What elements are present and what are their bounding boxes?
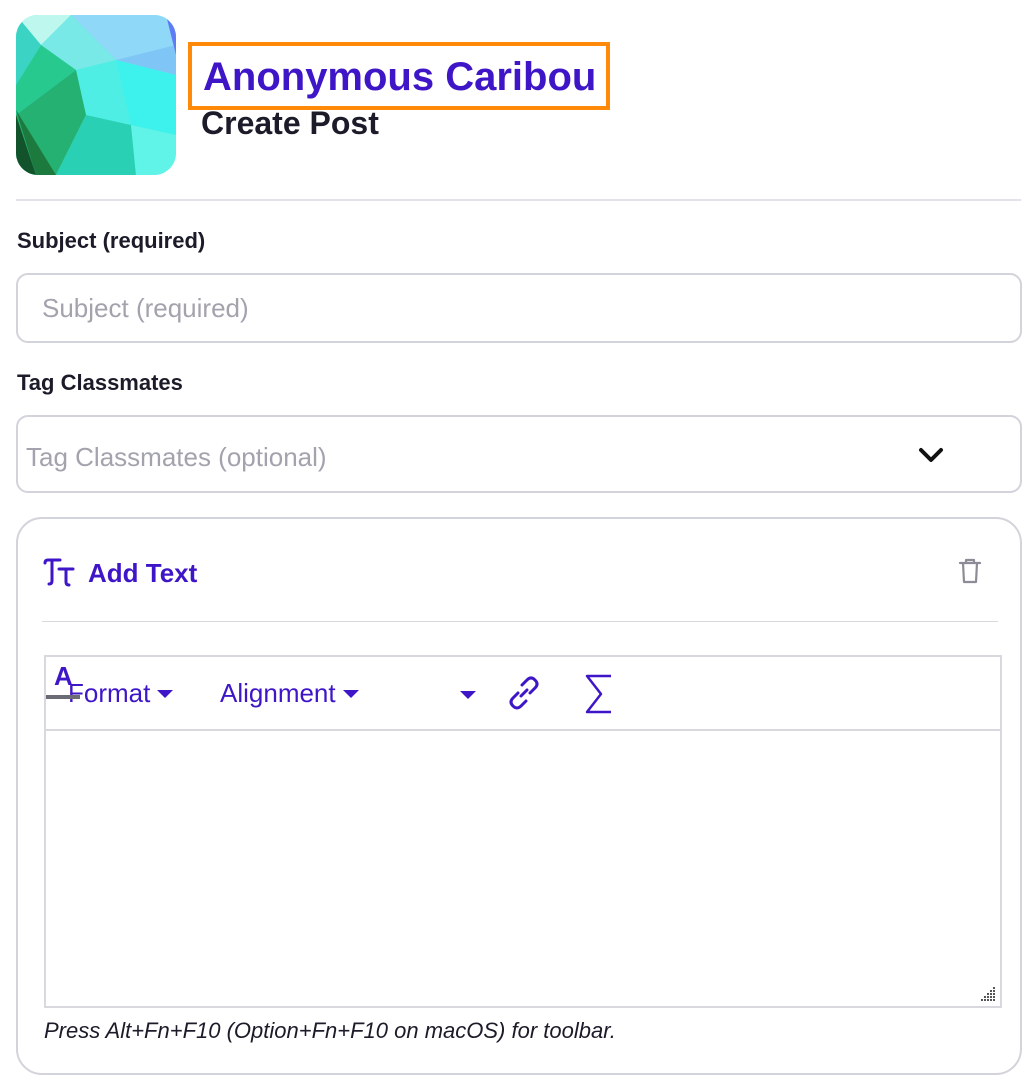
alignment-dropdown[interactable]: Alignment	[220, 677, 359, 709]
subject-input[interactable]	[16, 273, 1022, 343]
avatar-geometric-image	[16, 15, 176, 175]
toolbar-shortcut-hint: Press Alt+Fn+F10 (Option+Fn+F10 on macOS…	[44, 1018, 616, 1043]
tag-classmates-select[interactable]: Tag Classmates (optional)	[16, 415, 1022, 493]
text-format-icon	[43, 558, 75, 587]
tag-classmates-label: Tag Classmates	[17, 370, 183, 395]
chevron-down-icon[interactable]	[918, 445, 944, 465]
rich-text-editor: Format Alignment A	[44, 655, 1002, 1008]
user-name: Anonymous Caribou	[203, 55, 597, 99]
avatar	[16, 15, 176, 175]
link-icon[interactable]	[506, 675, 542, 711]
page-title: Create Post	[201, 105, 379, 141]
alignment-label: Alignment	[220, 678, 336, 708]
sigma-icon[interactable]	[584, 673, 614, 715]
caret-down-icon	[342, 689, 359, 698]
caret-down-icon	[157, 689, 174, 698]
editor-toolbar: Format Alignment A	[46, 657, 1000, 731]
header-divider	[16, 199, 1021, 201]
text-color-caret-icon[interactable]	[460, 691, 476, 699]
format-label: Format	[68, 678, 151, 708]
card-divider	[42, 621, 998, 622]
editor-content-area[interactable]	[46, 733, 1000, 1006]
tag-classmates-placeholder: Tag Classmates (optional)	[26, 442, 327, 472]
text-color-swatch	[46, 695, 80, 699]
format-dropdown[interactable]: Format	[68, 677, 174, 709]
trash-icon[interactable]	[958, 557, 982, 585]
text-color-letter: A	[54, 661, 73, 691]
add-text-title: Add Text	[88, 558, 198, 588]
text-block-card: Add Text Format Alignment A Press Alt+Fn…	[16, 517, 1022, 1075]
resize-grip-icon[interactable]	[978, 984, 996, 1002]
subject-label: Subject (required)	[17, 228, 206, 253]
